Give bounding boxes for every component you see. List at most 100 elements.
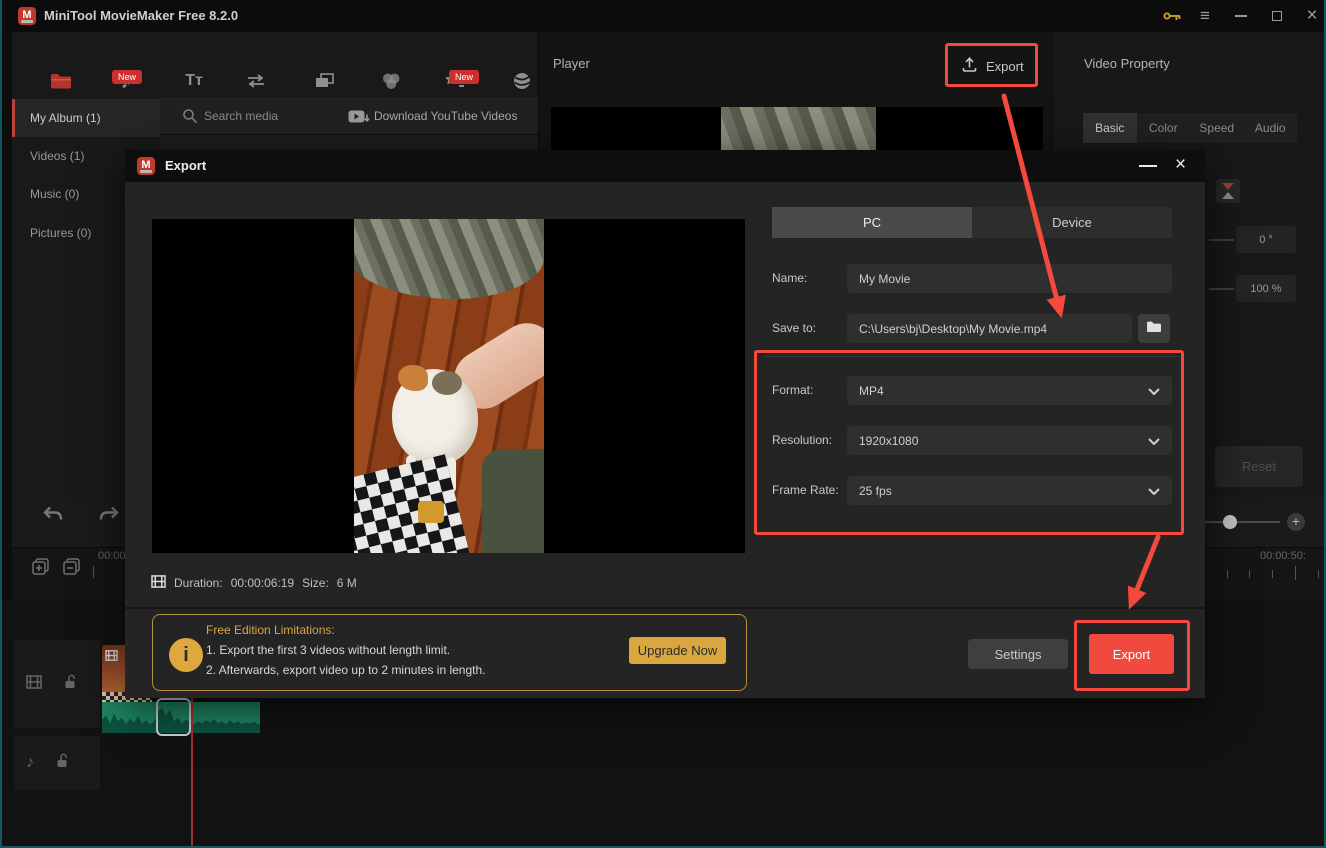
upgrade-now-button[interactable]: Upgrade Now [629, 637, 726, 664]
dialog-footer-divider [125, 607, 1205, 609]
maximize-button[interactable] [1264, 0, 1290, 32]
redo-icon[interactable] [98, 505, 120, 528]
export-preview-video [354, 219, 544, 553]
media-bar: Search media Download YouTube Videos [160, 97, 538, 135]
limitations-line-2: 2. Afterwards, export video up to 2 minu… [206, 663, 486, 677]
text-icon: Tт [162, 68, 226, 94]
flip-triangle-down [1222, 183, 1234, 190]
upload-icon [961, 56, 978, 76]
limitations-title: Free Edition Limitations: [206, 623, 335, 637]
close-button[interactable]: × [1298, 0, 1326, 32]
save-to-input[interactable]: C:\Users\bj\Desktop\My Movie.mp4 [847, 314, 1132, 343]
export-tab-device[interactable]: Device [972, 207, 1172, 238]
cat-orange-patch [398, 365, 428, 391]
rotation-value[interactable]: 0 ° [1236, 226, 1296, 253]
titlebar: M MiniTool MovieMaker Free 8.2.0 ≡ × [2, 0, 1324, 32]
video-property-tabs: Basic Color Speed Audio [1083, 113, 1297, 143]
youtube-download-link[interactable]: Download YouTube Videos [374, 109, 517, 123]
dialog-minimize-button[interactable] [1139, 165, 1157, 167]
license-key-icon[interactable] [1160, 0, 1184, 32]
format-select[interactable]: MP4 [847, 376, 1172, 405]
filters-icon [359, 68, 423, 94]
playhead[interactable] [191, 698, 193, 848]
dialog-logo-icon: M [137, 157, 155, 175]
limitations-line-1: 1. Export the first 3 videos without len… [206, 643, 450, 657]
search-icon [182, 108, 198, 129]
size-value: 6 M [337, 576, 357, 590]
window-title: MiniTool MovieMaker Free 8.2.0 [44, 8, 238, 23]
duration-value: 00:00:06:19 [231, 576, 294, 590]
audio-note-icon: ♪ [26, 754, 34, 772]
minimize-button[interactable] [1228, 0, 1254, 32]
menu-icon[interactable]: ≡ [1192, 0, 1218, 32]
film-icon [26, 675, 42, 694]
export-preview [152, 219, 745, 553]
elements-new-badge: New [449, 70, 479, 84]
youtube-download-icon [348, 109, 370, 129]
chevron-down-icon [1148, 384, 1160, 398]
remove-from-timeline-icon[interactable] [63, 558, 80, 578]
undo-icon[interactable] [42, 505, 64, 528]
player-viewport [551, 107, 1043, 150]
tab-audio[interactable]: Audio [1244, 113, 1298, 143]
tab-color[interactable]: Color [1137, 113, 1191, 143]
frame-rate-select[interactable]: 25 fps [847, 476, 1172, 505]
settings-button[interactable]: Settings [968, 639, 1068, 669]
rotation-slider[interactable] [1209, 239, 1234, 241]
frame-rate-label: Frame Rate: [772, 483, 839, 497]
export-tab-pc[interactable]: PC [772, 207, 972, 238]
size-label: Size: [302, 576, 329, 590]
ruler-end-label: 00:00:50: [1260, 550, 1306, 562]
player-video-frame [721, 107, 876, 150]
timeline-zoom-handle[interactable] [1223, 515, 1237, 529]
video-track-header [14, 640, 100, 728]
sidebar-item-my-album[interactable]: My Album (1) [12, 99, 160, 137]
flip-triangle-up [1222, 192, 1234, 199]
curtain-shape [354, 219, 544, 299]
app-logo-icon: M [18, 7, 36, 25]
tab-speed[interactable]: Speed [1190, 113, 1244, 143]
flip-vertical-icon[interactable] [1216, 179, 1240, 203]
zoom-in-icon[interactable]: + [1287, 513, 1305, 531]
tab-basic[interactable]: Basic [1083, 113, 1137, 143]
export-button[interactable]: Export [1089, 634, 1174, 674]
main-toolbar: Media ♪ Audio New Tт Text Transition Eff… [12, 32, 538, 97]
browse-folder-button[interactable] [1138, 314, 1170, 343]
lock-open-icon[interactable] [56, 753, 68, 773]
audio-track-header: ♪ [14, 736, 100, 790]
format-label: Format: [772, 383, 813, 397]
player-export-button[interactable]: Export [961, 56, 1024, 76]
yellow-object-shape [418, 501, 444, 523]
media-folder-icon [29, 68, 93, 94]
reset-button[interactable]: Reset [1215, 446, 1303, 487]
film-icon [151, 575, 166, 591]
transition-icon [224, 68, 288, 94]
search-input[interactable]: Search media [204, 109, 278, 123]
export-dialog-title: Export [165, 158, 206, 173]
resolution-label: Resolution: [772, 433, 832, 447]
save-to-label: Save to: [772, 321, 816, 335]
scale-value[interactable]: 100 % [1236, 275, 1296, 302]
green-cloth-shape [482, 449, 544, 553]
add-to-timeline-icon[interactable] [32, 558, 49, 578]
name-input[interactable]: My Movie [847, 264, 1172, 293]
lock-open-icon[interactable] [64, 674, 76, 694]
info-icon: i [169, 638, 203, 672]
player-title: Player [553, 56, 590, 71]
cat-gray-patch [432, 371, 462, 395]
video-property-title: Video Property [1084, 56, 1170, 71]
folder-icon [1146, 320, 1162, 338]
export-dialog-titlebar: M Export × [125, 150, 1205, 182]
clip-film-icon [105, 648, 118, 666]
name-label: Name: [772, 271, 807, 285]
audio-new-badge: New [112, 70, 142, 84]
resolution-select[interactable]: 1920x1080 [847, 426, 1172, 455]
clip-selection-box[interactable] [156, 698, 191, 736]
format-section-divider [765, 356, 1179, 357]
effects-icon [292, 68, 356, 94]
export-dialog: M Export × PC Device Name: M [125, 150, 1205, 698]
scale-slider[interactable] [1209, 288, 1234, 290]
dialog-close-icon[interactable]: × [1175, 154, 1186, 176]
app-window: M MiniTool MovieMaker Free 8.2.0 ≡ × Med… [0, 0, 1326, 848]
chevron-down-icon [1148, 434, 1160, 448]
